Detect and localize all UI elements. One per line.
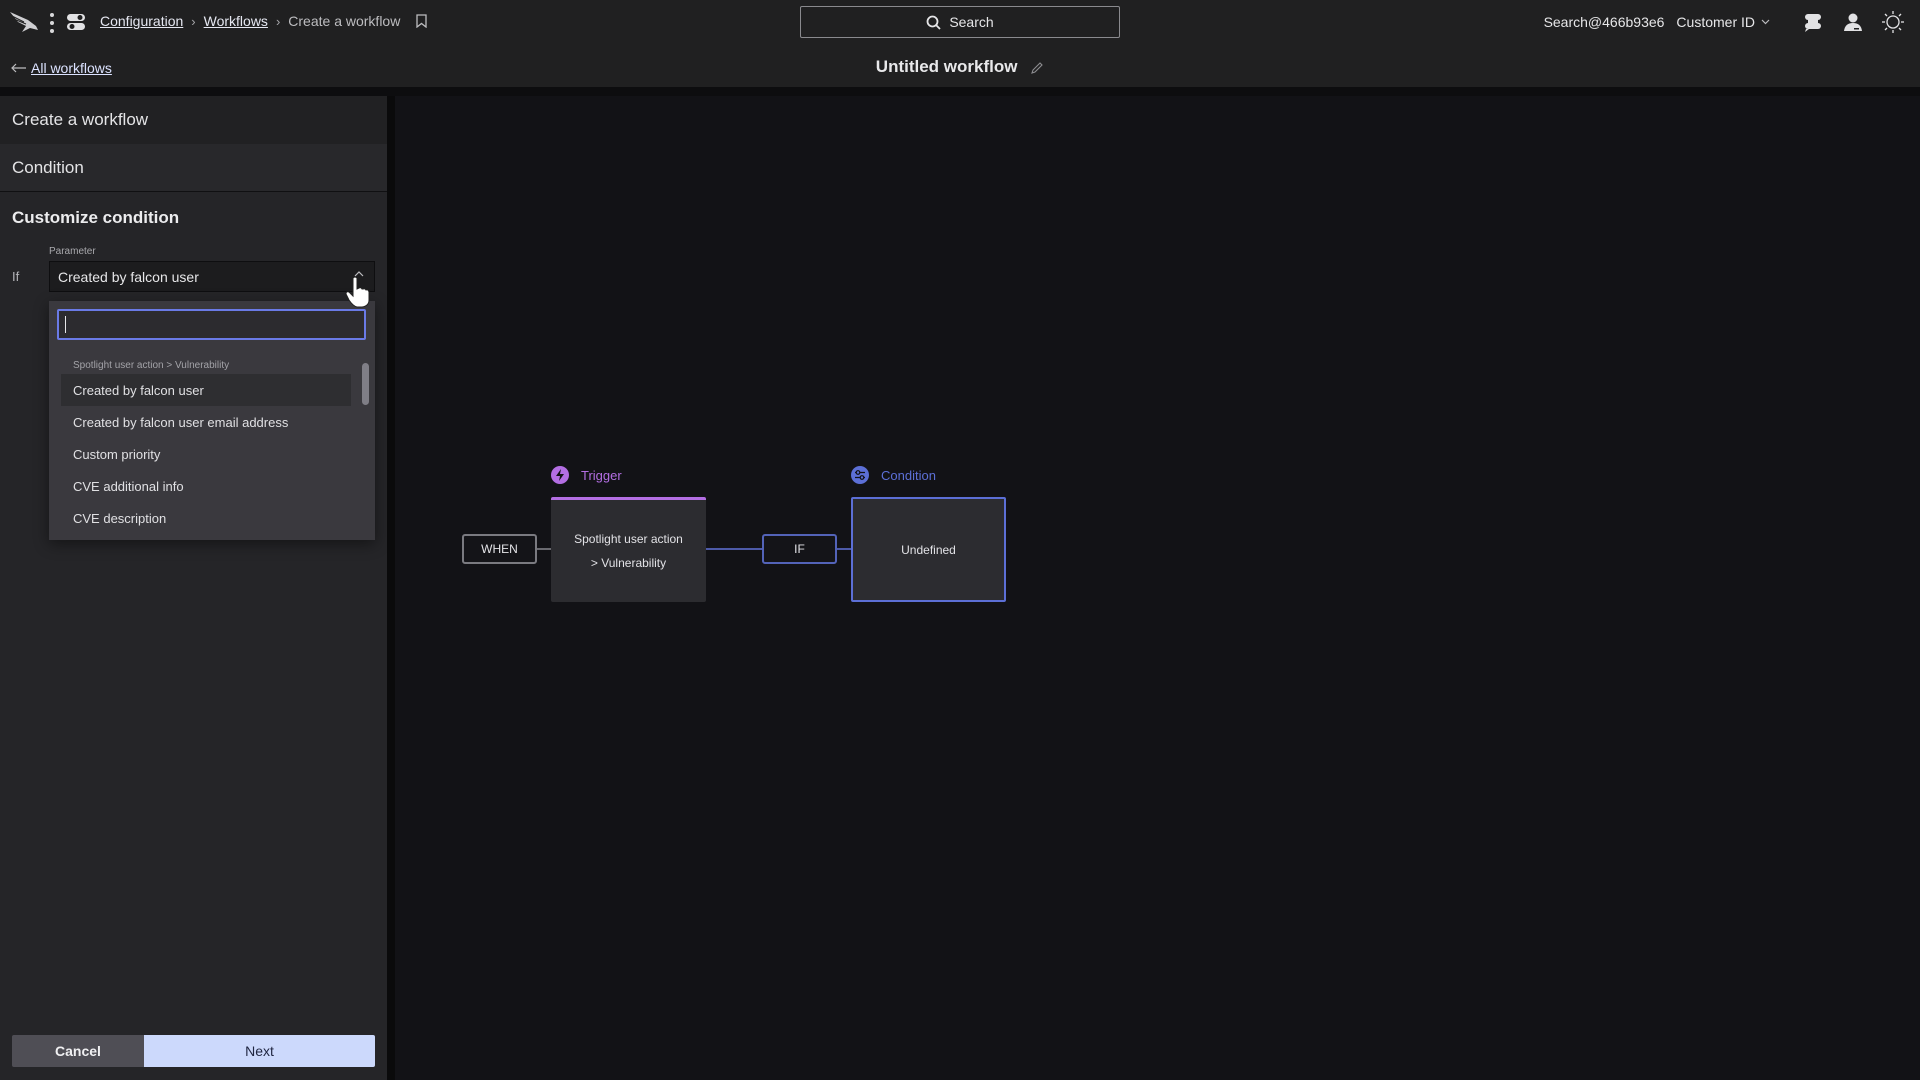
dropdown-options: Created by falcon user Created by falcon… — [61, 374, 351, 534]
falcon-logo-icon[interactable] — [8, 10, 40, 34]
chat-icon — [1805, 14, 1821, 32]
connector-if-condition — [837, 548, 851, 550]
panel-header: Create a workflow — [0, 96, 387, 144]
user-icon — [1844, 13, 1862, 31]
bookmark-icon[interactable] — [416, 14, 427, 28]
dropdown-group-label: Spotlight user action > Vulnerability — [73, 360, 230, 371]
workflow-title: Untitled workflow — [0, 57, 1920, 77]
breadcrumb-current: Create a workflow — [288, 13, 401, 29]
parameter-select[interactable]: Created by falcon user — [49, 261, 375, 292]
breadcrumb-workflows[interactable]: Workflows — [204, 13, 268, 29]
trigger-node[interactable]: Spotlight user action > Vulnerability — [551, 497, 706, 602]
dropdown-option[interactable]: CVE additional info — [61, 470, 351, 502]
dropdown-option[interactable]: Custom priority — [61, 438, 351, 470]
condition-node-title: Condition — [851, 466, 936, 484]
menu-toggle-icon[interactable] — [66, 12, 86, 32]
workflow-title-text: Untitled workflow — [875, 57, 1018, 76]
chevron-down-icon — [1761, 19, 1770, 25]
sun-icon — [1882, 11, 1904, 33]
messages-button[interactable] — [1800, 9, 1826, 35]
trigger-line1: Spotlight user action — [574, 532, 683, 546]
panel-divider[interactable] — [387, 96, 395, 1080]
customer-id-dropdown[interactable]: Customer ID — [1676, 14, 1770, 30]
parameter-dropdown: Spotlight user action > Vulnerability Cr… — [49, 301, 375, 540]
workflow-canvas[interactable]: WHEN IF Trigger Spotlight user action > … — [395, 96, 1920, 1080]
parameter-value: Created by falcon user — [58, 268, 199, 285]
condition-node[interactable]: Undefined — [851, 497, 1006, 602]
search-label: Search — [949, 14, 994, 30]
condition-body: Undefined — [901, 542, 956, 557]
chevron-right-icon: › — [191, 13, 196, 29]
dropdown-option[interactable]: Created by falcon user email address — [61, 406, 351, 438]
search-icon — [926, 15, 941, 30]
user-profile-button[interactable] — [1840, 9, 1866, 35]
more-menu-icon[interactable] — [49, 13, 55, 33]
sliders-icon — [851, 466, 869, 484]
lightning-bolt-icon — [551, 466, 569, 484]
theme-toggle-button[interactable] — [1880, 9, 1906, 35]
account-name: Search@466b93e6 — [1543, 14, 1665, 30]
dropdown-search-input[interactable] — [57, 309, 366, 340]
when-label: WHEN — [462, 534, 537, 564]
dropdown-scrollbar[interactable] — [362, 363, 369, 405]
section-title: Customize condition — [12, 208, 180, 227]
edit-pencil-icon[interactable] — [1030, 61, 1044, 75]
mouse-pointer-hand-icon — [345, 276, 370, 308]
connector-trigger-if — [705, 548, 762, 550]
if-label-box: IF — [762, 534, 837, 564]
customer-id-label: Customer ID — [1676, 14, 1755, 30]
dropdown-option[interactable]: Created by falcon user — [61, 374, 351, 406]
connector-when-trigger — [537, 548, 551, 550]
dropdown-option[interactable]: CVE description — [61, 502, 351, 534]
workflow-sidebar: Create a workflow Condition Customize co… — [0, 96, 387, 1080]
trigger-node-title: Trigger — [551, 466, 622, 484]
if-label: If — [12, 269, 20, 284]
cancel-button[interactable]: Cancel — [12, 1035, 144, 1067]
chevron-right-icon: › — [275, 13, 281, 29]
parameter-label: Parameter — [49, 246, 96, 257]
panel-actions: Cancel Next — [12, 1035, 375, 1067]
trigger-title-text: Trigger — [581, 467, 622, 483]
breadcrumb-configuration[interactable]: Configuration — [100, 13, 183, 29]
top-bar: Configuration › Workflows › Create a wor… — [0, 0, 1920, 87]
next-button[interactable]: Next — [144, 1035, 375, 1067]
condition-title-text: Condition — [881, 467, 936, 483]
global-search-button[interactable]: Search — [800, 6, 1120, 38]
text-caret — [65, 316, 66, 333]
trigger-line2: > Vulnerability — [590, 556, 667, 570]
breadcrumb: Configuration › Workflows › Create a wor… — [100, 13, 427, 29]
header-actions: Search@466b93e6 Customer ID — [1544, 0, 1920, 44]
step-title: Condition — [0, 144, 387, 192]
